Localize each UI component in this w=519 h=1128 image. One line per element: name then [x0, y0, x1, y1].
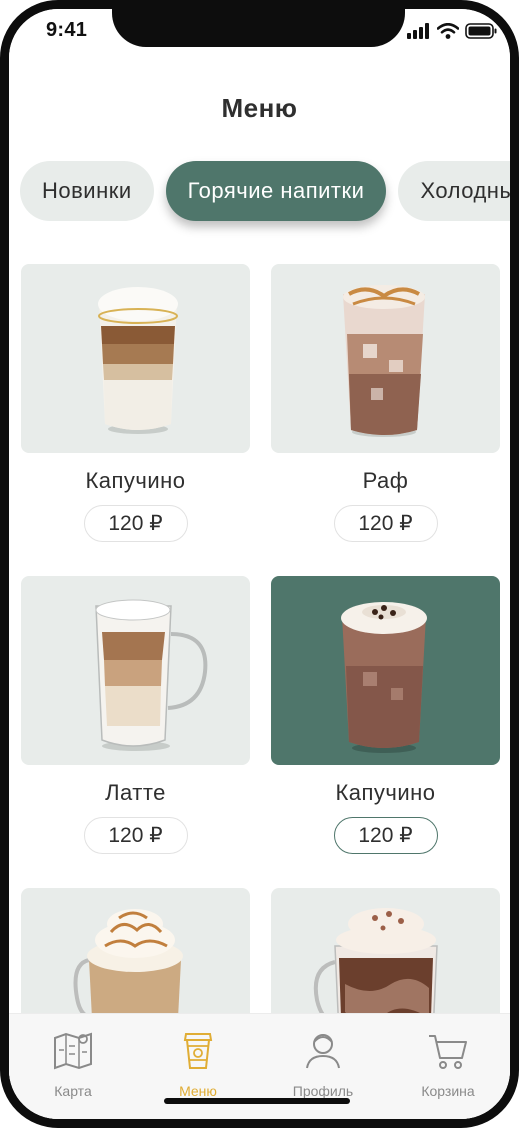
product-name: Капучино	[85, 468, 186, 493]
product-price[interactable]: 120 ₽	[83, 505, 188, 542]
tab-hot-drinks[interactable]: Горячие напитки	[165, 161, 387, 221]
product-card[interactable]: Латте 120 ₽	[21, 576, 250, 854]
category-tabs: Новинки Горячие напитки Холодные напитки	[20, 161, 510, 221]
profile-icon	[306, 1034, 340, 1069]
map-icon	[54, 1032, 92, 1070]
latte-mug-image	[95, 599, 208, 751]
product-price[interactable]: 120 ₽	[333, 505, 438, 542]
tabbar-label: Карта	[54, 1083, 92, 1099]
product-image-container	[21, 576, 250, 765]
product-card[interactable]: Капучино 120 ₽	[271, 576, 500, 854]
iced-chocolate-glass-image	[341, 602, 427, 753]
product-card[interactable]: Раф 120 ₽	[271, 264, 500, 542]
product-name: Раф	[362, 468, 409, 493]
tabbar-item-map[interactable]: Карта	[18, 1028, 128, 1099]
cart-icon	[429, 1035, 467, 1069]
product-price[interactable]: 120 ₽	[83, 817, 188, 854]
tabbar-label: Меню	[179, 1083, 217, 1099]
app-screen: 9:41 Меню Новинки Горячие напитки Холодн…	[9, 9, 510, 1119]
status-time: 9:41	[46, 19, 88, 41]
wifi-icon	[437, 23, 459, 39]
home-indicator	[164, 1098, 350, 1104]
device-notch	[112, 9, 405, 47]
tabbar-item-profile[interactable]: Профиль	[268, 1028, 378, 1099]
product-image-container	[271, 264, 500, 453]
layered-cappuccino-glass-image	[98, 287, 178, 434]
product-name: Капучино	[335, 780, 436, 805]
product-name: Латте	[105, 780, 166, 805]
tabbar-label: Профиль	[292, 1083, 354, 1099]
product-price[interactable]: 120 ₽	[333, 817, 438, 854]
product-card[interactable]: Капучино 120 ₽	[21, 264, 250, 542]
tabbar-label: Корзина	[421, 1083, 475, 1099]
tabbar-item-menu[interactable]: Меню	[143, 1028, 253, 1099]
battery-icon	[465, 23, 497, 39]
tab-new[interactable]: Новинки	[20, 161, 154, 221]
status-icons	[407, 23, 497, 39]
product-image-container	[21, 264, 250, 453]
cup-icon	[183, 1033, 213, 1069]
tab-cold-drinks[interactable]: Холодные напитки	[398, 161, 510, 221]
product-image-container	[271, 576, 500, 765]
signal-icon	[407, 23, 429, 39]
tabbar-item-cart[interactable]: Корзина	[393, 1028, 503, 1099]
phone-frame: 9:41 Меню Новинки Горячие напитки Холодн…	[0, 0, 519, 1128]
page-title: Меню	[221, 93, 298, 123]
iced-raf-glass-image	[343, 285, 425, 437]
